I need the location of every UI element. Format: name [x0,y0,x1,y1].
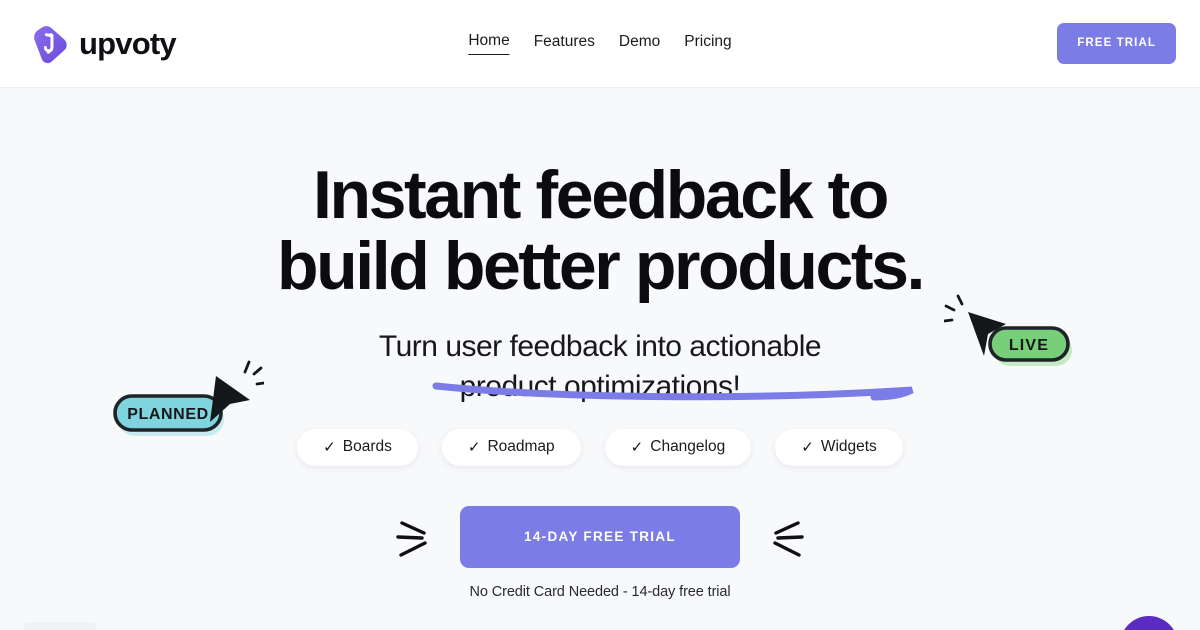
check-icon: ✓ [467,438,481,456]
feature-pill-roadmap: ✓ Roadmap [441,429,581,466]
nav-item-features[interactable]: Features [534,33,595,55]
feature-pill-label: Boards [342,438,392,456]
annotation-planned-badge: PLANNED [113,360,264,436]
check-icon: ✓ [630,438,644,456]
hero-subheading: Turn user feedback into actionable produ… [378,327,822,407]
annotation-live-badge: LIVE [944,294,1072,366]
sparkle-right-icon [773,521,804,557]
annotation-live-label: LIVE [1009,337,1049,354]
header-free-trial-button[interactable]: FREE TRIAL [1057,22,1176,65]
cursor-arrow-click-icon [944,294,1006,356]
feature-pill-changelog: ✓ Changelog [604,429,752,466]
feature-pill-widgets: ✓ Widgets [775,429,903,466]
feature-pill-label: Widgets [820,438,877,456]
subheading-line-1: Turn user feedback into actionable [378,330,822,364]
brand-name: upvoty [79,26,177,61]
main-navigation: Home Features Demo Pricing [468,32,732,55]
brand-logo-link[interactable]: upvoty [28,23,177,65]
hero-cta-row: 14-DAY FREE TRIAL [394,505,806,568]
site-header: upvoty Home Features Demo Pricing FREE T… [0,0,1200,88]
hero-free-trial-button[interactable]: 14-DAY FREE TRIAL [460,505,740,568]
feature-pill-boards: ✓ Boards [297,429,418,466]
check-icon: ✓ [801,438,814,456]
check-icon: ✓ [323,438,336,456]
cta-fineprint: No Credit Card Needed - 14-day free tria… [469,583,731,600]
sparkle-left-icon [396,521,427,557]
footer-placeholder [24,622,96,630]
annotation-planned-label: PLANNED [127,406,209,423]
subheading-line-2: product optimizations! [459,370,741,404]
hero-section: Instant feedback to build better product… [0,88,1200,630]
nav-item-demo[interactable]: Demo [619,33,660,55]
feature-pill-label: Changelog [650,438,726,456]
page-title: Instant feedback to build better product… [276,157,925,304]
upvoty-play-triangle-logo-icon [34,25,67,63]
headline-line-2: build better products. [276,227,925,304]
nav-item-home[interactable]: Home [468,32,510,55]
feature-pill-label: Roadmap [487,438,555,456]
nav-item-pricing[interactable]: Pricing [684,33,731,55]
headline-line-1: Instant feedback to [312,157,889,233]
cursor-arrow-click-icon [210,360,264,422]
feature-pill-list: ✓ Boards ✓ Roadmap ✓ Changelog ✓ Widgets [297,429,903,466]
